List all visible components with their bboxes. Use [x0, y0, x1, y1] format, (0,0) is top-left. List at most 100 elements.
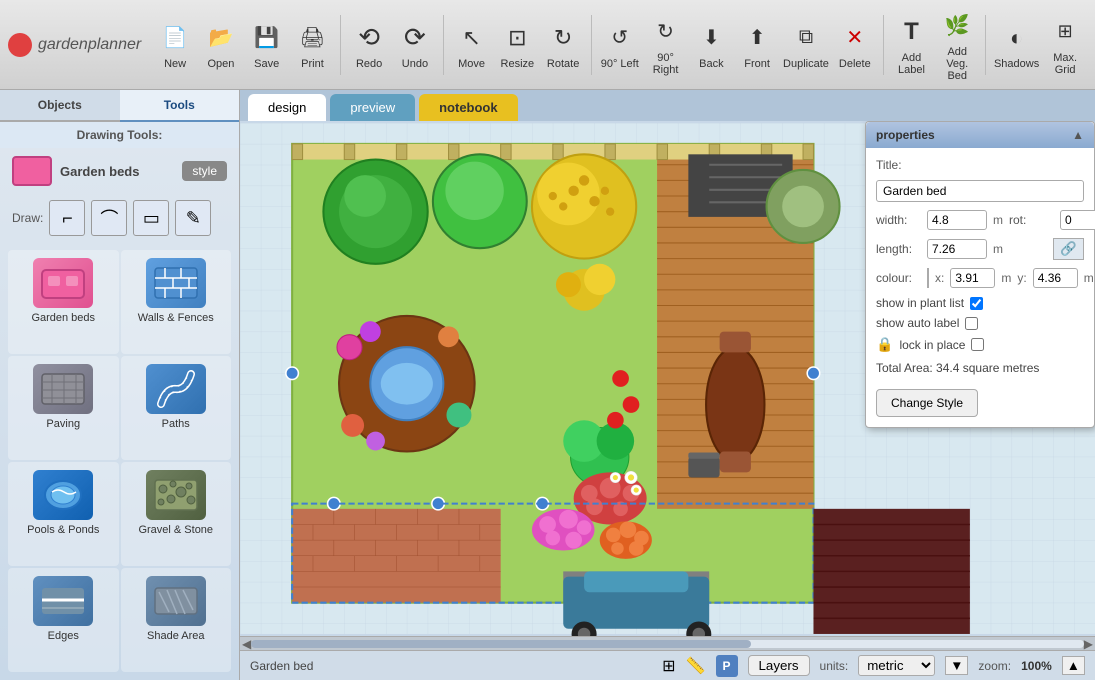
total-area: Total Area: 34.4 square metres [876, 361, 1084, 375]
draw-rect-corner-btn[interactable]: ⌐ [49, 200, 85, 236]
draw-rect-btn[interactable]: ▭ [133, 200, 169, 236]
collapse-icon[interactable]: ▲ [1072, 128, 1084, 142]
scroll-track[interactable] [251, 640, 1084, 648]
garden-beds-selector[interactable]: Garden beds style [0, 148, 239, 194]
tool-gravel-stone[interactable]: Gravel & Stone [121, 462, 232, 566]
colour-row: colour: x: m y: m [876, 268, 1084, 288]
rot-input[interactable] [1060, 210, 1095, 230]
open-button[interactable]: 📂 Open [199, 16, 243, 74]
width-input[interactable] [927, 210, 987, 230]
zoom-label: zoom: [978, 659, 1011, 673]
properties-panel: properties ▲ Title: width: m rot: [865, 121, 1095, 428]
rotate-icon: ↻ [545, 20, 581, 56]
x-input[interactable] [950, 268, 995, 288]
rotate-right-icon: ↻ [648, 14, 684, 50]
rotate-button[interactable]: ↻ Rotate [541, 16, 585, 74]
tool-pools-label: Pools & Ponds [27, 524, 99, 536]
zoom-up-button[interactable]: ▲ [1062, 656, 1085, 675]
title-input[interactable] [876, 180, 1084, 202]
layers-button[interactable]: Layers [748, 655, 810, 676]
length-unit: m [993, 242, 1003, 256]
properties-body: Title: width: m rot: length: [866, 148, 1094, 427]
title-input-row [876, 180, 1084, 202]
style-button[interactable]: style [182, 161, 227, 181]
duplicate-button[interactable]: ⧉ Duplicate [781, 16, 831, 74]
rotate-right-button[interactable]: ↻ 90° Right [644, 10, 688, 80]
properties-header: properties ▲ [866, 122, 1094, 148]
front-button[interactable]: ⬆ Front [735, 16, 779, 74]
units-select[interactable]: metric imperial [858, 655, 935, 676]
save-button[interactable]: 💾 Save [245, 16, 289, 74]
paving-tool-icon [33, 364, 93, 414]
new-button[interactable]: 📄 New [153, 16, 197, 74]
garden-beds-icon [12, 156, 52, 186]
save-icon: 💾 [249, 20, 285, 56]
show-plant-list-checkbox[interactable] [970, 297, 983, 310]
canvas-content[interactable]: properties ▲ Title: width: m rot: [240, 121, 1095, 636]
tool-paths[interactable]: Paths [121, 356, 232, 460]
scroll-right-btn[interactable]: ▶ [1084, 637, 1093, 651]
add-veg-bed-button[interactable]: 🌿 Add Veg. Bed [935, 4, 979, 86]
add-label-icon: T [893, 14, 929, 50]
colour-picker[interactable] [927, 268, 929, 288]
resize-button[interactable]: ⊡ Resize [495, 16, 539, 74]
show-auto-label-checkbox[interactable] [965, 317, 978, 330]
max-grid-icon: ⊞ [1047, 14, 1083, 50]
tab-objects[interactable]: Objects [0, 90, 120, 122]
separator [883, 15, 884, 75]
length-row: length: m 🔗 [876, 238, 1084, 260]
tab-preview[interactable]: preview [330, 94, 415, 121]
length-lock-btn[interactable]: 🔗 [1053, 238, 1084, 260]
shade-tool-icon [146, 576, 206, 626]
show-auto-label-row: show auto label [876, 316, 1084, 330]
tool-edges[interactable]: Edges [8, 568, 119, 672]
tool-walls-fences[interactable]: Walls & Fences [121, 250, 232, 354]
status-label: Garden bed [250, 659, 652, 673]
walls-tool-icon [146, 258, 206, 308]
length-input[interactable] [927, 239, 987, 259]
lock-in-place-row: 🔒 lock in place [876, 336, 1084, 353]
undo-button[interactable]: ⟳ Undo [393, 16, 437, 74]
bottom-bar: Garden bed ⊞ 📏 P Layers units: metric im… [240, 650, 1095, 680]
tool-paving[interactable]: Paving [8, 356, 119, 460]
draw-freehand-btn[interactable]: ✎ [175, 200, 211, 236]
show-plant-list-row: show in plant list [876, 296, 1084, 310]
tool-shade-area[interactable]: Shade Area [121, 568, 232, 672]
tool-pools-ponds[interactable]: Pools & Ponds [8, 462, 119, 566]
tab-tools[interactable]: Tools [120, 90, 240, 122]
max-grid-button[interactable]: ⊞ Max. Grid [1043, 10, 1087, 80]
y-input[interactable] [1033, 268, 1078, 288]
length-label: length: [876, 242, 921, 256]
delete-button[interactable]: ✕ Delete [833, 16, 877, 74]
edges-tool-icon [33, 576, 93, 626]
scroll-thumb[interactable] [251, 640, 751, 648]
draw-tools: Draw: ⌐ ⌒ ▭ ✎ [0, 194, 239, 242]
ruler-icon[interactable]: 📏 [686, 656, 706, 676]
separator [591, 15, 592, 75]
tool-garden-beds[interactable]: Garden beds [8, 250, 119, 354]
units-down-btn[interactable]: ▼ [945, 656, 968, 675]
horizontal-scrollbar[interactable]: ◀ ▶ [240, 636, 1095, 650]
add-label-button[interactable]: T Add Label [890, 10, 934, 80]
draw-curve-btn[interactable]: ⌒ [91, 200, 127, 236]
redo-button[interactable]: ⟲ Redo [347, 16, 391, 74]
tab-design[interactable]: design [248, 94, 326, 121]
back-icon: ⬇ [693, 20, 729, 56]
panel-tabs: Objects Tools [0, 90, 239, 122]
print-button[interactable]: 🖨 Print [291, 16, 335, 74]
shadows-button[interactable]: ◐ Shadows [992, 16, 1041, 74]
grid-toggle-icon[interactable]: ⊞ [662, 656, 675, 676]
move-button[interactable]: ↖ Move [450, 16, 494, 74]
p-button[interactable]: P [716, 655, 738, 677]
resize-icon: ⊡ [499, 20, 535, 56]
show-auto-label-label: show auto label [876, 316, 959, 330]
garden-beds-label: Garden beds [60, 164, 139, 179]
tab-notebook[interactable]: notebook [419, 94, 518, 121]
lock-in-place-checkbox[interactable] [971, 338, 984, 351]
title-row: Title: [876, 158, 1084, 172]
change-style-button[interactable]: Change Style [876, 389, 978, 417]
scroll-left-btn[interactable]: ◀ [242, 637, 251, 651]
front-icon: ⬆ [739, 20, 775, 56]
back-button[interactable]: ⬇ Back [689, 16, 733, 74]
rotate-left-button[interactable]: ↺ 90° Left [598, 16, 642, 74]
